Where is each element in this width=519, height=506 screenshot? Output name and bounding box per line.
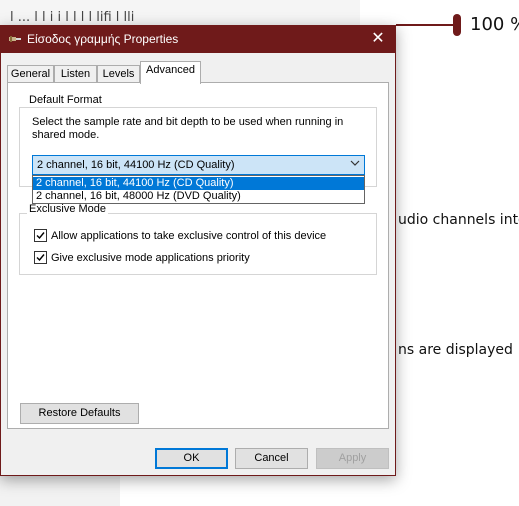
close-button[interactable]: ✕ [361,26,395,53]
exclusive-mode-group [19,213,377,275]
exclusive-priority-label[interactable]: Give exclusive mode applications priorit… [51,252,250,264]
default-format-description: Select the sample rate and bit depth to … [32,116,344,141]
exclusive-priority-checkbox[interactable] [34,251,47,264]
dialog-title: Είσοδος γραμμής Properties [27,32,179,46]
settings-strip-text: l ... l l i i l l l l lifi l lli [10,10,135,25]
tab-levels[interactable]: Levels [97,65,140,83]
allow-exclusive-checkbox[interactable] [34,229,47,242]
checkmark-icon [36,254,45,262]
ok-button[interactable]: OK [155,448,228,469]
sample-rate-option-dvd[interactable]: 2 channel, 16 bit, 48000 Hz (DVD Quality… [33,190,364,203]
apply-button[interactable]: Apply [316,448,389,469]
sample-rate-selected-value: 2 channel, 16 bit, 44100 Hz (CD Quality) [37,159,235,171]
volume-value: 100 % [470,14,519,35]
dialog-titlebar[interactable]: Είσοδος γραμμής Properties ✕ [1,26,395,53]
sample-rate-select[interactable]: 2 channel, 16 bit, 44100 Hz (CD Quality) [32,155,365,175]
default-format-label: Default Format [27,94,104,106]
tab-general[interactable]: General [7,65,54,83]
sample-rate-option-cd[interactable]: 2 channel, 16 bit, 44100 Hz (CD Quality) [33,177,364,190]
settings-text-line-1: udio channels into [398,212,519,228]
tab-advanced[interactable]: Advanced [140,61,201,84]
chevron-down-icon [350,158,360,168]
settings-text-line-2: ns are displayed [398,342,513,358]
cancel-button[interactable]: Cancel [235,448,308,469]
sample-rate-dropdown-list: 2 channel, 16 bit, 44100 Hz (CD Quality)… [32,175,365,204]
volume-slider-track[interactable] [396,24,456,26]
properties-dialog: Είσοδος γραμμής Properties ✕ General Lis… [0,25,396,476]
allow-exclusive-label[interactable]: Allow applications to take exclusive con… [51,230,326,242]
volume-slider-thumb[interactable] [453,14,461,36]
checkmark-icon [36,232,45,240]
tab-listen[interactable]: Listen [54,65,97,83]
close-icon: ✕ [371,30,385,47]
line-in-jack-icon [9,34,21,44]
restore-defaults-button[interactable]: Restore Defaults [20,403,139,424]
exclusive-mode-label: Exclusive Mode [27,203,109,215]
